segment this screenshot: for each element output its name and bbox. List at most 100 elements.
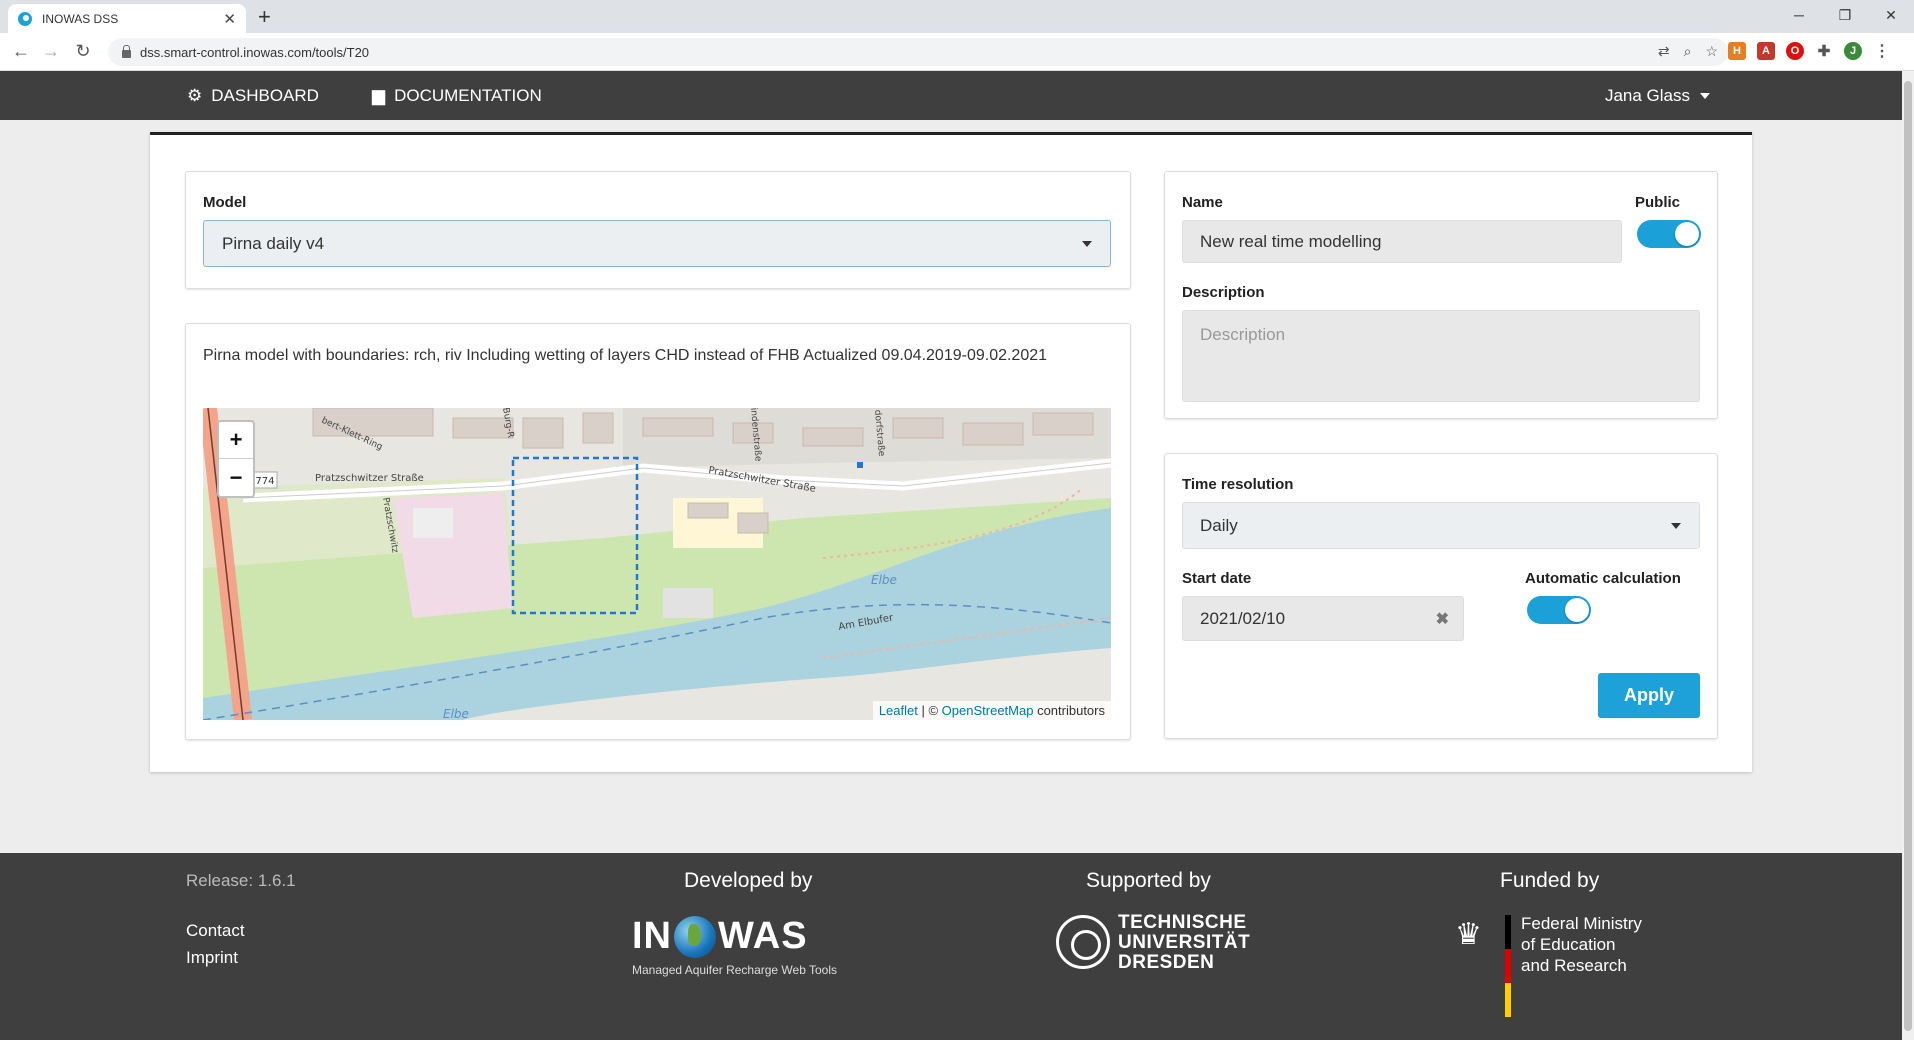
inowas-logo-left: IN	[632, 915, 672, 957]
zoom-control: + −	[217, 420, 255, 498]
browser-tab[interactable]: INOWAS DSS ✕	[8, 4, 246, 33]
dropdown-caret-icon	[1671, 523, 1681, 529]
new-tab-button[interactable]: +	[258, 4, 271, 30]
start-date-input[interactable]: 2021/02/10 ✖	[1182, 596, 1464, 641]
release-version: Release: 1.6.1	[186, 871, 296, 890]
name-label: Name	[1182, 194, 1223, 211]
developed-by-heading: Developed by	[684, 869, 813, 892]
map-tiles: Pratzschwitzer Straße Pratzschwitzer Str…	[203, 408, 1111, 720]
footer: Release: 1.6.1 Contact Imprint Developed…	[0, 853, 1902, 1040]
description-label: Description	[1182, 284, 1265, 301]
osm-link[interactable]: OpenStreetMap	[942, 703, 1034, 718]
url-field[interactable]: dss.smart-control.inowas.com/tools/T20 ⇄…	[108, 38, 1728, 66]
map-view[interactable]: Pratzschwitzer Straße Pratzschwitzer Str…	[203, 408, 1111, 720]
caret-down-icon	[1700, 92, 1710, 99]
bmbf-line-3: and Research	[1521, 956, 1627, 975]
inowas-favicon-icon	[18, 11, 32, 26]
address-bar: ← → ↻ dss.smart-control.inowas.com/tools…	[0, 33, 1914, 71]
window-controls: ─ ❐ ✕	[1776, 0, 1914, 30]
attribution-tail: contributors	[1033, 703, 1105, 718]
documentation-link[interactable]: ▆ DOCUMENTATION	[372, 71, 542, 120]
map-attribution: Leaflet | © OpenStreetMap contributors	[872, 701, 1111, 720]
name-value: New real time modelling	[1200, 231, 1382, 251]
tab-close-icon[interactable]: ✕	[223, 10, 236, 28]
clear-icon[interactable]: ✖	[1436, 609, 1449, 629]
inowas-logo[interactable]: IN WAS	[632, 915, 808, 958]
profile-avatar-icon[interactable]: J	[1844, 42, 1862, 60]
h-extension-icon[interactable]: H	[1728, 42, 1746, 60]
kebab-menu-icon[interactable]: ⋮	[1873, 42, 1891, 60]
document-icon: ▆	[372, 85, 386, 105]
user-menu[interactable]: Jana Glass	[1605, 71, 1710, 120]
documentation-label: DOCUMENTATION	[394, 85, 542, 105]
tud-line-2: UNIVERSITÄT	[1118, 932, 1251, 953]
model-selected-value: Pirna daily v4	[222, 233, 325, 253]
model-dropdown[interactable]: Pirna daily v4	[203, 220, 1111, 267]
map-label-river-2: Elbe	[443, 707, 469, 720]
map-label-street-1: Pratzschwitzer Straße	[315, 473, 424, 484]
zoom-out-button[interactable]: −	[219, 459, 253, 496]
dashboard-link[interactable]: ⚙ DASHBOARD	[187, 71, 319, 120]
description-placeholder: Description	[1200, 325, 1286, 344]
automatic-calculation-label: Automatic calculation	[1525, 570, 1681, 587]
app-navbar: ⚙ DASHBOARD ▆ DOCUMENTATION Jana Glass	[0, 71, 1902, 120]
name-input[interactable]: New real time modelling	[1182, 220, 1622, 263]
dropdown-caret-icon	[1082, 241, 1092, 247]
model-label: Model	[203, 194, 247, 211]
start-date-label: Start date	[1182, 570, 1252, 587]
automatic-calculation-toggle[interactable]	[1527, 596, 1591, 624]
url-actions: ⇄ ⌕ ☆	[1658, 43, 1718, 60]
model-details-segment: Pirna model with boundaries: rch, riv In…	[185, 323, 1131, 740]
globe-icon	[674, 915, 716, 958]
description-textarea[interactable]: Description	[1182, 310, 1700, 402]
puzzle-icon[interactable]: ✚	[1815, 42, 1833, 60]
contact-link[interactable]: Contact	[186, 921, 245, 941]
time-segment: Time resolution Daily Start date Automat…	[1164, 453, 1718, 739]
back-arrow-icon[interactable]: ←	[10, 41, 32, 62]
start-date-value: 2021/02/10	[1200, 608, 1286, 628]
toggle-knob	[1565, 598, 1589, 622]
page-scrollbar[interactable]	[1902, 71, 1914, 1040]
time-resolution-value: Daily	[1200, 515, 1238, 535]
time-resolution-dropdown[interactable]: Daily	[1182, 502, 1700, 549]
scrollbar-thumb[interactable]	[1904, 81, 1912, 1031]
imprint-link[interactable]: Imprint	[186, 948, 238, 968]
tab-title: INOWAS DSS	[42, 11, 119, 26]
funded-by-heading: Funded by	[1500, 869, 1600, 892]
model-description: Pirna model with boundaries: rch, riv In…	[203, 347, 1048, 364]
toggle-knob	[1675, 222, 1699, 246]
close-window-button[interactable]: ✕	[1868, 0, 1914, 30]
tu-dresden-logo-icon[interactable]	[1056, 915, 1110, 969]
star-icon[interactable]: ☆	[1705, 43, 1718, 60]
leaflet-link[interactable]: Leaflet	[879, 703, 918, 718]
zoom-icon[interactable]: ⌕	[1684, 43, 1692, 60]
cogs-icon: ⚙	[187, 85, 203, 105]
bmbf-line-2: of Education	[1521, 935, 1616, 954]
inowas-tagline: Managed Aquifer Recharge Web Tools	[632, 963, 838, 977]
minimize-button[interactable]: ─	[1776, 0, 1822, 30]
apply-button[interactable]: Apply	[1598, 673, 1700, 718]
tud-line-1: TECHNISCHE	[1118, 912, 1247, 933]
zoom-in-button[interactable]: +	[219, 422, 253, 459]
federal-eagle-icon: ♛	[1455, 918, 1482, 951]
restore-button[interactable]: ❐	[1822, 0, 1868, 30]
translate-icon[interactable]: ⇄	[1658, 43, 1670, 60]
german-flag-bar	[1505, 915, 1511, 1017]
forward-arrow-icon[interactable]: →	[40, 41, 62, 62]
bmbf-logo-text[interactable]: Federal Ministry of Education and Resear…	[1521, 913, 1642, 976]
time-resolution-label: Time resolution	[1182, 476, 1294, 493]
reload-icon[interactable]: ↻	[72, 41, 94, 62]
opera-extension-icon[interactable]: O	[1786, 42, 1804, 60]
map-label-river-1: Elbe	[871, 573, 897, 587]
bmbf-line-1: Federal Ministry	[1521, 914, 1642, 933]
model-segment: Model Pirna daily v4	[185, 171, 1131, 289]
dashboard-label: DASHBOARD	[211, 85, 319, 105]
browser-tab-strip: INOWAS DSS ✕ + ─ ❐ ✕	[0, 0, 1914, 33]
url-text: dss.smart-control.inowas.com/tools/T20	[140, 44, 370, 60]
pdf-extension-icon[interactable]: A	[1757, 42, 1775, 60]
attribution-separator: | ©	[917, 703, 942, 718]
public-toggle[interactable]	[1637, 220, 1701, 248]
user-name: Jana Glass	[1604, 85, 1690, 105]
extension-icons: H A O ✚ J ⋮	[1728, 42, 1891, 60]
inowas-logo-right: WAS	[718, 915, 808, 957]
